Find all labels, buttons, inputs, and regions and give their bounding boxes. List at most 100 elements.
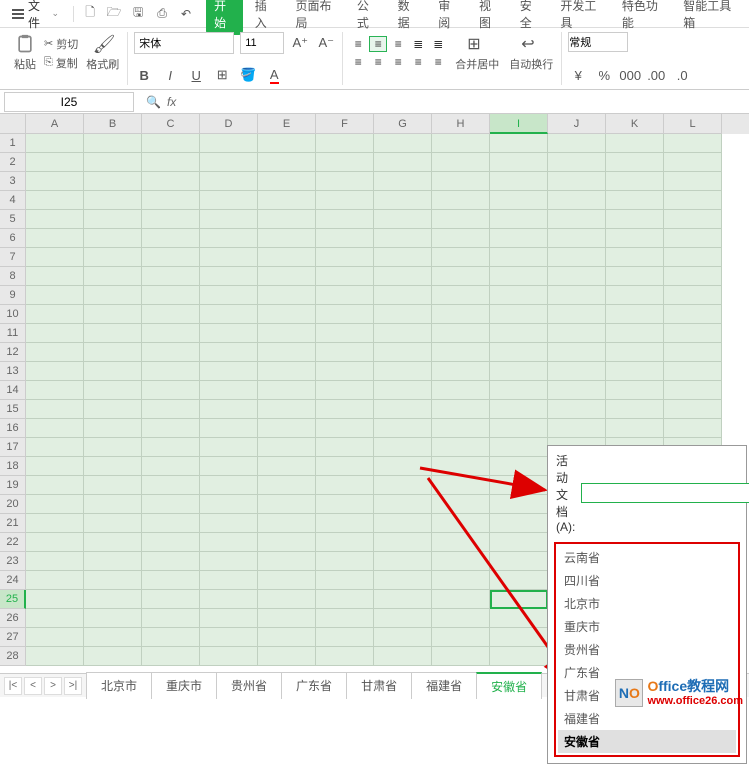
cell[interactable]: [548, 134, 606, 153]
cell[interactable]: [316, 552, 374, 571]
row-header[interactable]: 3: [0, 172, 26, 191]
cell[interactable]: [258, 438, 316, 457]
cell[interactable]: [316, 343, 374, 362]
increase-decimal-button[interactable]: .00: [646, 65, 666, 85]
cell[interactable]: [548, 324, 606, 343]
cell[interactable]: [316, 362, 374, 381]
cell[interactable]: [548, 305, 606, 324]
cell[interactable]: [84, 590, 142, 609]
cell[interactable]: [200, 381, 258, 400]
cell[interactable]: [258, 267, 316, 286]
cell[interactable]: [200, 229, 258, 248]
align-top-button[interactable]: ≡: [349, 36, 367, 52]
font-family-select[interactable]: [134, 32, 234, 54]
border-button[interactable]: ⊞: [212, 65, 232, 85]
cell[interactable]: [258, 419, 316, 438]
column-header[interactable]: D: [200, 114, 258, 134]
row-header[interactable]: 20: [0, 495, 26, 514]
cell[interactable]: [258, 286, 316, 305]
cell[interactable]: [142, 191, 200, 210]
cell[interactable]: [26, 400, 84, 419]
column-header[interactable]: J: [548, 114, 606, 134]
cell[interactable]: [432, 457, 490, 476]
fx-icon[interactable]: fx: [167, 95, 176, 109]
column-header[interactable]: F: [316, 114, 374, 134]
cell[interactable]: [200, 248, 258, 267]
comma-button[interactable]: 000: [620, 65, 640, 85]
cell[interactable]: [490, 305, 548, 324]
sheet-tab[interactable]: 广东省: [281, 672, 347, 699]
ribbon-tab-devtools[interactable]: 开发工具: [552, 0, 609, 35]
cell[interactable]: [142, 172, 200, 191]
row-header[interactable]: 7: [0, 248, 26, 267]
cell[interactable]: [606, 305, 664, 324]
cell[interactable]: [606, 286, 664, 305]
cell[interactable]: [432, 343, 490, 362]
cell[interactable]: [316, 229, 374, 248]
ribbon-tab-features[interactable]: 特色功能: [614, 0, 671, 35]
cell[interactable]: [316, 514, 374, 533]
cell[interactable]: [84, 628, 142, 647]
cell[interactable]: [664, 419, 722, 438]
cell[interactable]: [258, 495, 316, 514]
sheet-nav-last-button[interactable]: >|: [64, 677, 82, 695]
cell[interactable]: [84, 343, 142, 362]
cell[interactable]: [258, 324, 316, 343]
cell[interactable]: [142, 438, 200, 457]
cell[interactable]: [664, 134, 722, 153]
cell[interactable]: [490, 362, 548, 381]
cell[interactable]: [374, 305, 432, 324]
row-header[interactable]: 9: [0, 286, 26, 305]
sheet-tab[interactable]: 福建省: [411, 672, 477, 699]
cell[interactable]: [26, 628, 84, 647]
cell[interactable]: [316, 305, 374, 324]
cell[interactable]: [432, 286, 490, 305]
cell[interactable]: [606, 324, 664, 343]
cell[interactable]: [490, 533, 548, 552]
italic-button[interactable]: I: [160, 65, 180, 85]
cell[interactable]: [142, 343, 200, 362]
cell[interactable]: [432, 172, 490, 191]
cell[interactable]: [606, 381, 664, 400]
ribbon-tab-formulas[interactable]: 公式: [349, 0, 386, 35]
cell[interactable]: [374, 191, 432, 210]
cell[interactable]: [664, 153, 722, 172]
cell[interactable]: [142, 400, 200, 419]
cell[interactable]: [548, 286, 606, 305]
cell[interactable]: [142, 476, 200, 495]
cell[interactable]: [142, 153, 200, 172]
cell[interactable]: [316, 590, 374, 609]
increase-font-button[interactable]: A⁺: [290, 33, 310, 53]
cell[interactable]: [26, 495, 84, 514]
cell[interactable]: [258, 305, 316, 324]
cut-button[interactable]: ✂剪切: [44, 36, 78, 52]
cell[interactable]: [26, 134, 84, 153]
cell[interactable]: [432, 305, 490, 324]
font-size-select[interactable]: [240, 32, 284, 54]
ribbon-tab-layout[interactable]: 页面布局: [287, 0, 344, 35]
cell[interactable]: [142, 381, 200, 400]
cell[interactable]: [606, 362, 664, 381]
cell[interactable]: [84, 229, 142, 248]
cell[interactable]: [316, 495, 374, 514]
row-header[interactable]: 24: [0, 571, 26, 590]
row-header[interactable]: 19: [0, 476, 26, 495]
cell[interactable]: [316, 400, 374, 419]
cell[interactable]: [316, 381, 374, 400]
cell[interactable]: [200, 552, 258, 571]
cell[interactable]: [374, 229, 432, 248]
cell[interactable]: [258, 400, 316, 419]
cell[interactable]: [490, 514, 548, 533]
cell[interactable]: [316, 571, 374, 590]
row-header[interactable]: 18: [0, 457, 26, 476]
cell[interactable]: [316, 438, 374, 457]
cell[interactable]: [374, 343, 432, 362]
cell[interactable]: [432, 571, 490, 590]
cell[interactable]: [26, 172, 84, 191]
cell[interactable]: [84, 514, 142, 533]
row-header[interactable]: 13: [0, 362, 26, 381]
cell[interactable]: [26, 514, 84, 533]
cell[interactable]: [664, 267, 722, 286]
row-header[interactable]: 21: [0, 514, 26, 533]
cell[interactable]: [200, 495, 258, 514]
